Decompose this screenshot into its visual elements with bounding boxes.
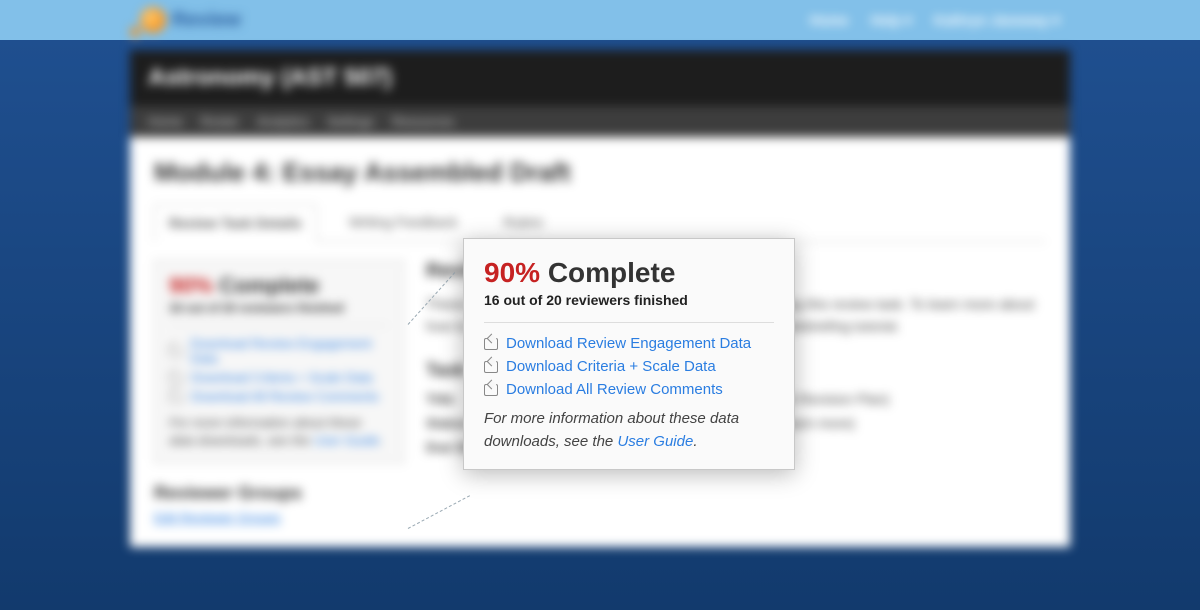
- dl-engagement-link[interactable]: Download Review Engagement Data: [506, 335, 751, 352]
- coursenav-resources[interactable]: Resources: [392, 114, 454, 129]
- dl-comments-link[interactable]: Download All Review Comments: [506, 381, 723, 398]
- logo-mark-icon: [140, 7, 166, 33]
- user-guide-link[interactable]: User Guide: [314, 433, 380, 448]
- coursenav-roster[interactable]: Roster: [201, 114, 239, 129]
- completion-percent: 90% Complete: [484, 257, 774, 289]
- completion-info: For more information about these data do…: [484, 408, 774, 453]
- topnav-home[interactable]: Home: [810, 12, 849, 29]
- tab-review-details[interactable]: Review Task Details: [154, 204, 317, 242]
- module-title: Module 4: Essay Assembled Draft: [154, 157, 1046, 188]
- coursenav-analytics[interactable]: Analytics: [257, 114, 309, 129]
- completion-subtitle: 16 out of 20 reviewers finished: [484, 292, 774, 308]
- tab-feedback[interactable]: Writing Feedback: [335, 204, 472, 241]
- brand-name: Review: [172, 9, 241, 32]
- reviewer-groups-heading: Reviewer Groups: [154, 483, 404, 504]
- download-icon: [169, 391, 183, 403]
- dl-criteria-link[interactable]: Download Criteria + Scale Data: [191, 370, 373, 385]
- completion-subtitle: 16 out of 20 reviewers finished: [169, 301, 389, 315]
- edit-reviewer-groups-link[interactable]: Edit Reviewer Groups: [154, 510, 280, 525]
- download-icon: [484, 338, 498, 350]
- completion-info: For more information about these data do…: [169, 414, 389, 450]
- completion-percent: 90% Complete: [169, 273, 389, 299]
- download-icon: [169, 345, 182, 357]
- completion-panel: 90% Complete 16 out of 20 reviewers fini…: [463, 238, 795, 470]
- download-icon: [484, 361, 498, 373]
- tab-rubric[interactable]: Rubric: [490, 204, 558, 241]
- download-icon: [484, 384, 498, 396]
- coursenav-settings[interactable]: Settings: [327, 114, 374, 129]
- completion-panel-bg: 90% Complete 16 out of 20 reviewers fini…: [154, 260, 404, 463]
- topnav-help[interactable]: Help ▾: [871, 12, 912, 29]
- user-guide-link[interactable]: User Guide: [617, 433, 693, 450]
- coursenav-home[interactable]: Home: [148, 114, 183, 129]
- brand-logo: Review: [140, 7, 241, 33]
- course-title: Astronomy (AST 507): [130, 50, 1070, 106]
- download-icon: [169, 372, 183, 384]
- dl-criteria-link[interactable]: Download Criteria + Scale Data: [506, 358, 716, 375]
- topnav-user[interactable]: Kathryn Janeway ▾: [934, 12, 1060, 29]
- dl-engagement-link[interactable]: Download Review Engagement Data: [190, 336, 389, 366]
- dl-comments-link[interactable]: Download All Review Comments: [191, 389, 379, 404]
